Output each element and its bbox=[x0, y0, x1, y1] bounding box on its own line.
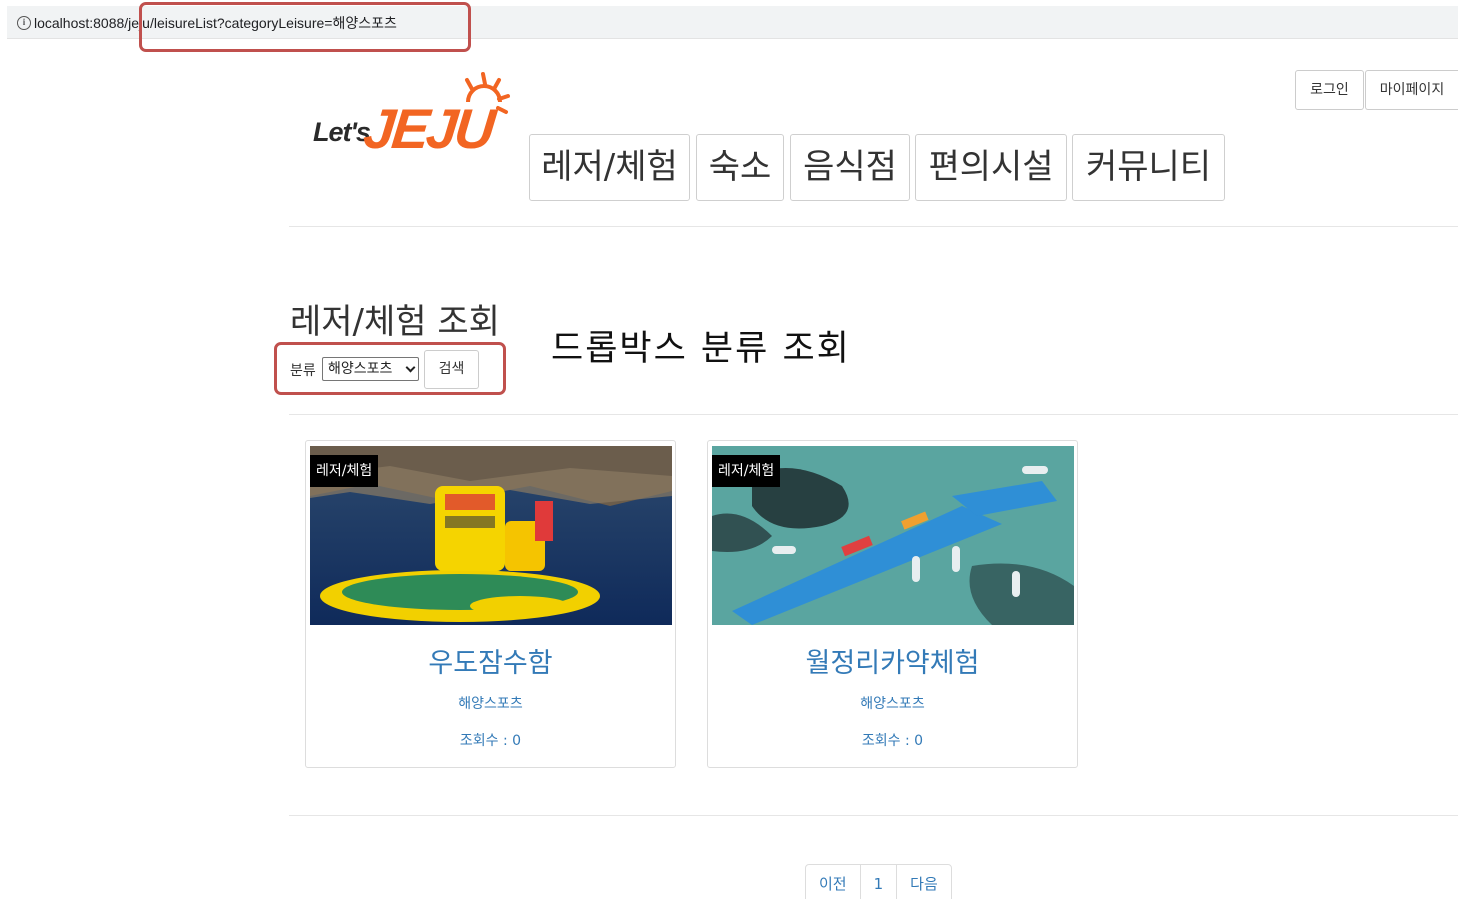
pagination: 이전 1 다음 bbox=[805, 864, 952, 899]
pagination-next[interactable]: 다음 bbox=[897, 865, 951, 899]
card-category: 해양스포츠 bbox=[458, 696, 523, 712]
page-title: 레저/체험 조회 bbox=[290, 302, 500, 342]
search-highlight-box bbox=[274, 342, 506, 395]
divider bbox=[289, 815, 1458, 816]
sun-icon bbox=[465, 72, 510, 114]
divider bbox=[289, 414, 1458, 415]
card-view-count: 조회수 : 0 bbox=[459, 733, 522, 749]
card-title[interactable]: 우도잠수함 bbox=[306, 641, 675, 680]
nav-leisure[interactable]: 레저/체험 bbox=[529, 134, 690, 201]
leisure-card[interactable]: 레저/체험 월정리카약체험 해양스포츠 조회수 : 0 bbox=[707, 440, 1078, 768]
card-image-submarine[interactable]: 레저/체험 bbox=[310, 446, 672, 625]
pagination-prev[interactable]: 이전 bbox=[806, 865, 861, 899]
mypage-button[interactable]: 마이페이지 bbox=[1365, 70, 1458, 110]
nav-community[interactable]: 커뮤니티 bbox=[1072, 134, 1225, 201]
card-view-count: 조회수 : 0 bbox=[861, 733, 924, 749]
url-highlight-box bbox=[139, 2, 471, 52]
card-title[interactable]: 월정리카약체험 bbox=[708, 641, 1077, 680]
pagination-page-1[interactable]: 1 bbox=[861, 865, 898, 899]
card-category: 해양스포츠 bbox=[860, 696, 925, 712]
info-icon[interactable]: i bbox=[17, 16, 31, 30]
annotation-text: 드롭박스 분류 조회 bbox=[551, 329, 851, 369]
category-badge: 레저/체험 bbox=[310, 455, 379, 487]
login-button[interactable]: 로그인 bbox=[1295, 70, 1364, 110]
card-image-kayak[interactable]: 레저/체험 bbox=[712, 446, 1074, 625]
nav-restaurant[interactable]: 음식점 bbox=[790, 134, 910, 201]
leisure-card[interactable]: 레저/체험 우도잠수함 해양스포츠 조회수 : 0 bbox=[305, 440, 676, 768]
divider bbox=[289, 226, 1458, 227]
category-badge: 레저/체험 bbox=[712, 455, 781, 487]
site-logo[interactable]: Let's JEJU bbox=[310, 70, 515, 160]
nav-facilities[interactable]: 편의시설 bbox=[915, 134, 1067, 201]
nav-lodging[interactable]: 숙소 bbox=[696, 134, 784, 201]
